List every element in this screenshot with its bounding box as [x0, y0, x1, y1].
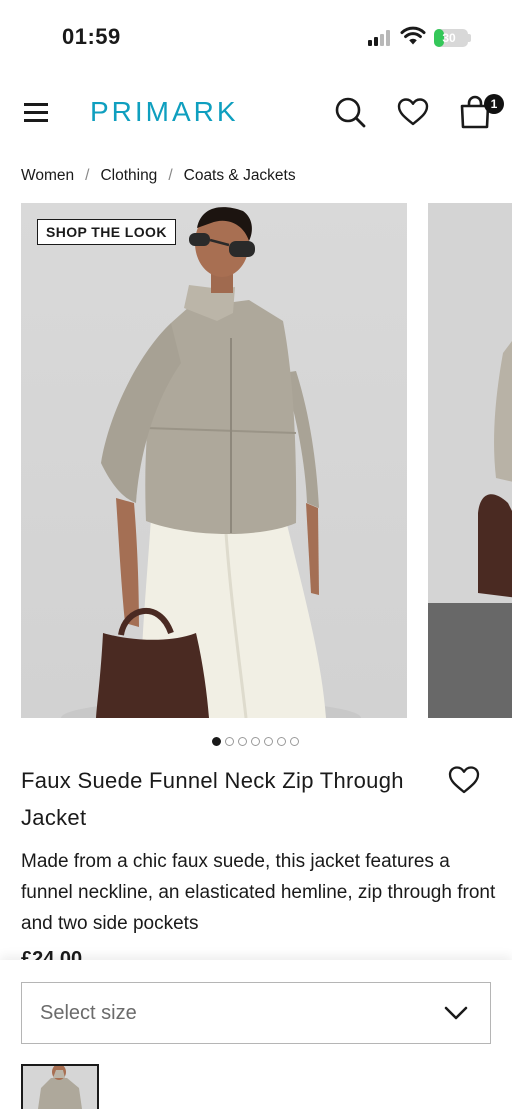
cellular-signal-icon [368, 30, 394, 46]
breadcrumb-coats-jackets[interactable]: Coats & Jackets [184, 167, 296, 185]
heart-icon [397, 98, 429, 126]
carousel-dot[interactable] [238, 737, 247, 746]
breadcrumb-clothing[interactable]: Clothing [100, 167, 157, 185]
carousel-dot[interactable] [290, 737, 299, 746]
breadcrumb: Women / Clothing / Coats & Jackets [21, 167, 296, 185]
shop-the-look-badge[interactable]: SHOP THE LOOK [37, 219, 176, 245]
next-slide-image [428, 341, 512, 718]
status-time: 01:59 [62, 24, 121, 49]
add-to-wishlist-button[interactable] [446, 762, 482, 796]
carousel-dot[interactable] [225, 737, 234, 746]
heart-icon [448, 766, 480, 794]
battery-level: 30 [442, 31, 456, 45]
sticky-size-bar: Select size [0, 960, 512, 1109]
wishlist-header-button[interactable] [395, 94, 431, 130]
product-description: Made from a chic faux suede, this jacket… [21, 851, 496, 934]
carousel-pagination [212, 737, 299, 746]
carousel-dot[interactable] [251, 737, 260, 746]
product-thumbnail[interactable] [21, 1064, 99, 1109]
battery-icon: 30 [434, 29, 468, 47]
brand-logo[interactable]: PRIMARK [90, 96, 239, 128]
carousel-dot[interactable] [212, 737, 221, 746]
site-header: PRIMARK [0, 84, 512, 142]
breadcrumb-women[interactable]: Women [21, 167, 74, 185]
wifi-icon [400, 26, 426, 45]
product-image-next[interactable] [428, 203, 512, 718]
size-select-placeholder: Select size [40, 1002, 137, 1024]
carousel-dot[interactable] [277, 737, 286, 746]
battery-tip [468, 34, 471, 42]
product-image-main[interactable]: SHOP THE LOOK [21, 203, 407, 718]
search-button[interactable] [332, 94, 368, 130]
cart-count-badge: 1 [484, 94, 504, 114]
breadcrumb-separator: / [168, 167, 173, 184]
chevron-down-icon [444, 1006, 468, 1020]
size-select-dropdown[interactable]: Select size [21, 982, 491, 1044]
product-image-carousel[interactable]: SHOP THE LOOK [21, 203, 512, 718]
thumbnail-image [38, 1066, 82, 1109]
product-title: Faux Suede Funnel Neck Zip Through Jacke… [21, 768, 404, 830]
menu-icon-bar [24, 103, 48, 106]
menu-button[interactable] [24, 100, 50, 124]
carousel-dot[interactable] [264, 737, 273, 746]
search-icon [335, 97, 366, 128]
status-bar: 01:59 30 [0, 0, 512, 76]
model-wearing-jacket-image [61, 207, 361, 718]
breadcrumb-separator: / [85, 167, 90, 184]
menu-icon-bar [24, 119, 48, 122]
menu-icon-bar [24, 111, 48, 114]
